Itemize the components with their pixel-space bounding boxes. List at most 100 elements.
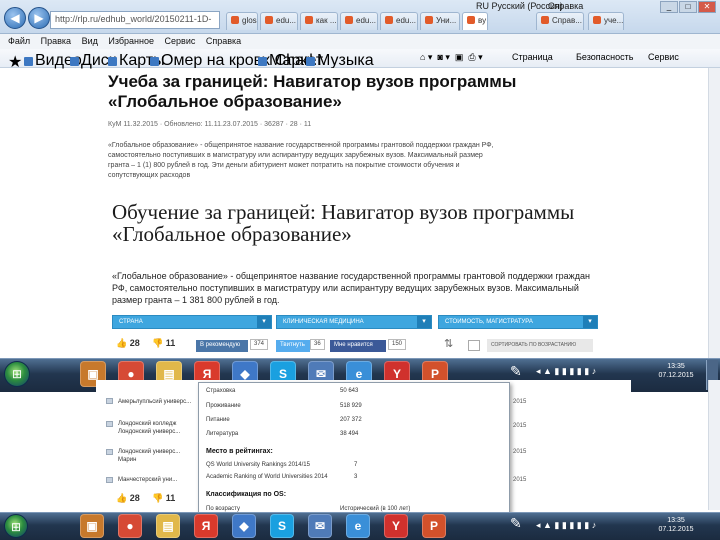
twitter-share-button[interactable]: Твитнуть	[276, 340, 310, 352]
vk-share-count: 374	[250, 339, 269, 350]
tab[interactable]: gloss	[226, 12, 258, 30]
flag-icon	[106, 421, 113, 427]
article-image-title: Обучение за границей: Навигатор вузов пр…	[112, 200, 575, 246]
article-title: Учеба за границей: Навигатор вузов прогр…	[108, 72, 517, 111]
menu-file[interactable]: Файл	[8, 34, 30, 49]
rating-value: 7	[354, 462, 358, 468]
media-icon[interactable]: ◆	[232, 514, 256, 538]
home-icon[interactable]: ⌂ ▾ ◙ ▾ ▣ ⎙ ▾	[420, 52, 483, 63]
ie-icon[interactable]: e	[346, 514, 370, 538]
vk-share-button[interactable]: В рекомендую	[196, 340, 248, 352]
start-orb-icon[interactable]: ⊞	[4, 361, 30, 387]
facebook-like-button[interactable]: Мне нравится	[330, 340, 386, 352]
tab[interactable]: уче...	[588, 12, 624, 30]
rating-label: QS World University Rankings 2014/15	[206, 462, 310, 468]
menu-tools[interactable]: Сервис	[165, 34, 196, 49]
cost-value: 207 372	[340, 417, 362, 423]
cost-label: Страховка	[206, 388, 236, 394]
forward-button[interactable]: ▶	[28, 7, 50, 29]
yandex-icon[interactable]: Я	[194, 514, 218, 538]
close-button[interactable]: ✕	[698, 1, 716, 13]
cost-label: Проживание	[206, 403, 241, 409]
flag-icon	[106, 398, 113, 404]
tab[interactable]: edu...	[340, 12, 378, 30]
rating-value: 3	[354, 474, 358, 480]
university-name[interactable]: Манчестерский уни...	[118, 476, 198, 484]
university-name[interactable]: Амерьлупльсий универс...	[118, 398, 198, 406]
tray-icons[interactable]: ◂ ▲ ▮ ▮ ▮ ▮ ▮ ♪	[536, 366, 596, 377]
tools-menu[interactable]: Сервис	[648, 52, 679, 62]
article-lead: «Глобальное образование» - общепринятое …	[108, 142, 494, 179]
tab[interactable]: edu...	[260, 12, 298, 30]
tray-icons[interactable]: ◂ ▲ ▮ ▮ ▮ ▮ ▮ ♪	[536, 520, 596, 531]
year-label: 2015	[513, 423, 527, 429]
menu-favorites[interactable]: Избранное	[108, 34, 154, 49]
flag-icon	[106, 477, 113, 483]
country-filter[interactable]: СТРАНА ▾	[112, 315, 272, 329]
ratings-heading: Место в рейтингах:	[206, 448, 273, 455]
menu-edit[interactable]: Правка	[41, 34, 71, 49]
market-icon	[258, 57, 267, 66]
cost-filter[interactable]: СТОИМОСТЬ, МАГИСТРАТУРА ▾	[438, 315, 598, 329]
menu-view[interactable]: Вид	[82, 34, 98, 49]
disk-icon	[70, 57, 79, 66]
video-icon	[24, 57, 33, 66]
university-name[interactable]: Лондонский универс... Марин	[118, 448, 198, 464]
powerpoint-icon[interactable]: P	[422, 514, 446, 538]
tray-pen-icon[interactable]: ✎	[510, 515, 522, 532]
specialty-filter[interactable]: КЛИНИЧЕСКАЯ МЕДИЦИНА ▾	[276, 315, 432, 329]
page-menu[interactable]: Страница	[512, 52, 553, 62]
twitter-share-count: 36	[310, 339, 325, 350]
rating-label: Academic Ranking of World Universities 2…	[206, 474, 328, 480]
tab-favicon-icon	[265, 16, 273, 24]
article-meta: КуМ 11.32.2015 · Обновлено: 11.11.23.07.…	[108, 121, 312, 128]
explorer-icon[interactable]: ▤	[156, 514, 180, 538]
maximize-button[interactable]: □	[679, 1, 697, 13]
article-image-lead: «Глобальное образование» - общепринятое …	[112, 271, 590, 305]
downvote-button[interactable]: 👎 11	[152, 493, 175, 504]
cost-label: Литература	[206, 431, 239, 437]
help-link[interactable]: Справка	[548, 1, 583, 11]
minimize-button[interactable]: _	[660, 1, 678, 13]
flag-icon	[106, 449, 113, 455]
yandex-browser-icon[interactable]: Y	[384, 514, 408, 538]
chrome-icon[interactable]: ●	[118, 514, 142, 538]
sort-ascending-button[interactable]: СОРТИРОВАТЬ ПО ВОЗРАСТАНИЮ	[487, 339, 593, 352]
maps-icon	[108, 57, 117, 66]
scrollbar-lower[interactable]	[708, 380, 720, 510]
scrollbar[interactable]	[708, 68, 720, 358]
year-label: 2015	[513, 477, 527, 483]
tab-favicon-icon	[231, 16, 239, 24]
tab-favicon-icon	[385, 16, 393, 24]
music-icon	[306, 57, 315, 66]
tab-active[interactable]: ву	[462, 12, 488, 30]
start-orb-icon[interactable]: ⊞	[4, 514, 28, 538]
university-name[interactable]: Лондонский колледж Лондонский универс...	[118, 420, 198, 436]
menu-help[interactable]: Справка	[206, 34, 241, 49]
chevron-down-icon: ▾	[417, 316, 431, 328]
favorites-star-icon[interactable]: ★	[8, 52, 22, 72]
cost-label: Питание	[206, 417, 230, 423]
sort-checkbox[interactable]	[468, 340, 480, 351]
upvote-button[interactable]: 👍 28	[116, 338, 140, 349]
address-bar[interactable]: http://rlp.ru/edhub_world/20150211-1D-	[50, 11, 220, 29]
cost-value: 50 643	[340, 388, 359, 394]
tab[interactable]: как ...	[300, 12, 338, 30]
clock[interactable]: 13:35 07.12.2015	[656, 362, 696, 380]
tab-favicon-icon	[467, 16, 475, 24]
tab[interactable]: edu...	[380, 12, 418, 30]
upvote-button[interactable]: 👍 28	[116, 493, 140, 504]
sort-order-icon[interactable]: ⇅	[444, 337, 453, 350]
clock[interactable]: 13:35 07.12.2015	[656, 516, 696, 534]
tab[interactable]: Уни...	[420, 12, 460, 30]
mail-icon[interactable]: ✉	[308, 514, 332, 538]
cost-value: 38 494	[340, 431, 359, 437]
back-button[interactable]: ◀	[4, 7, 26, 29]
downvote-button[interactable]: 👎 11	[152, 338, 175, 349]
chevron-down-icon: ▾	[583, 316, 597, 328]
skype-icon[interactable]: S	[270, 514, 294, 538]
classification-heading: Классификация по OS:	[206, 491, 287, 498]
lock-folder-icon[interactable]: ▣	[80, 514, 104, 538]
safety-menu[interactable]: Безопасность	[576, 52, 633, 62]
tab[interactable]: Справ...	[536, 12, 584, 30]
